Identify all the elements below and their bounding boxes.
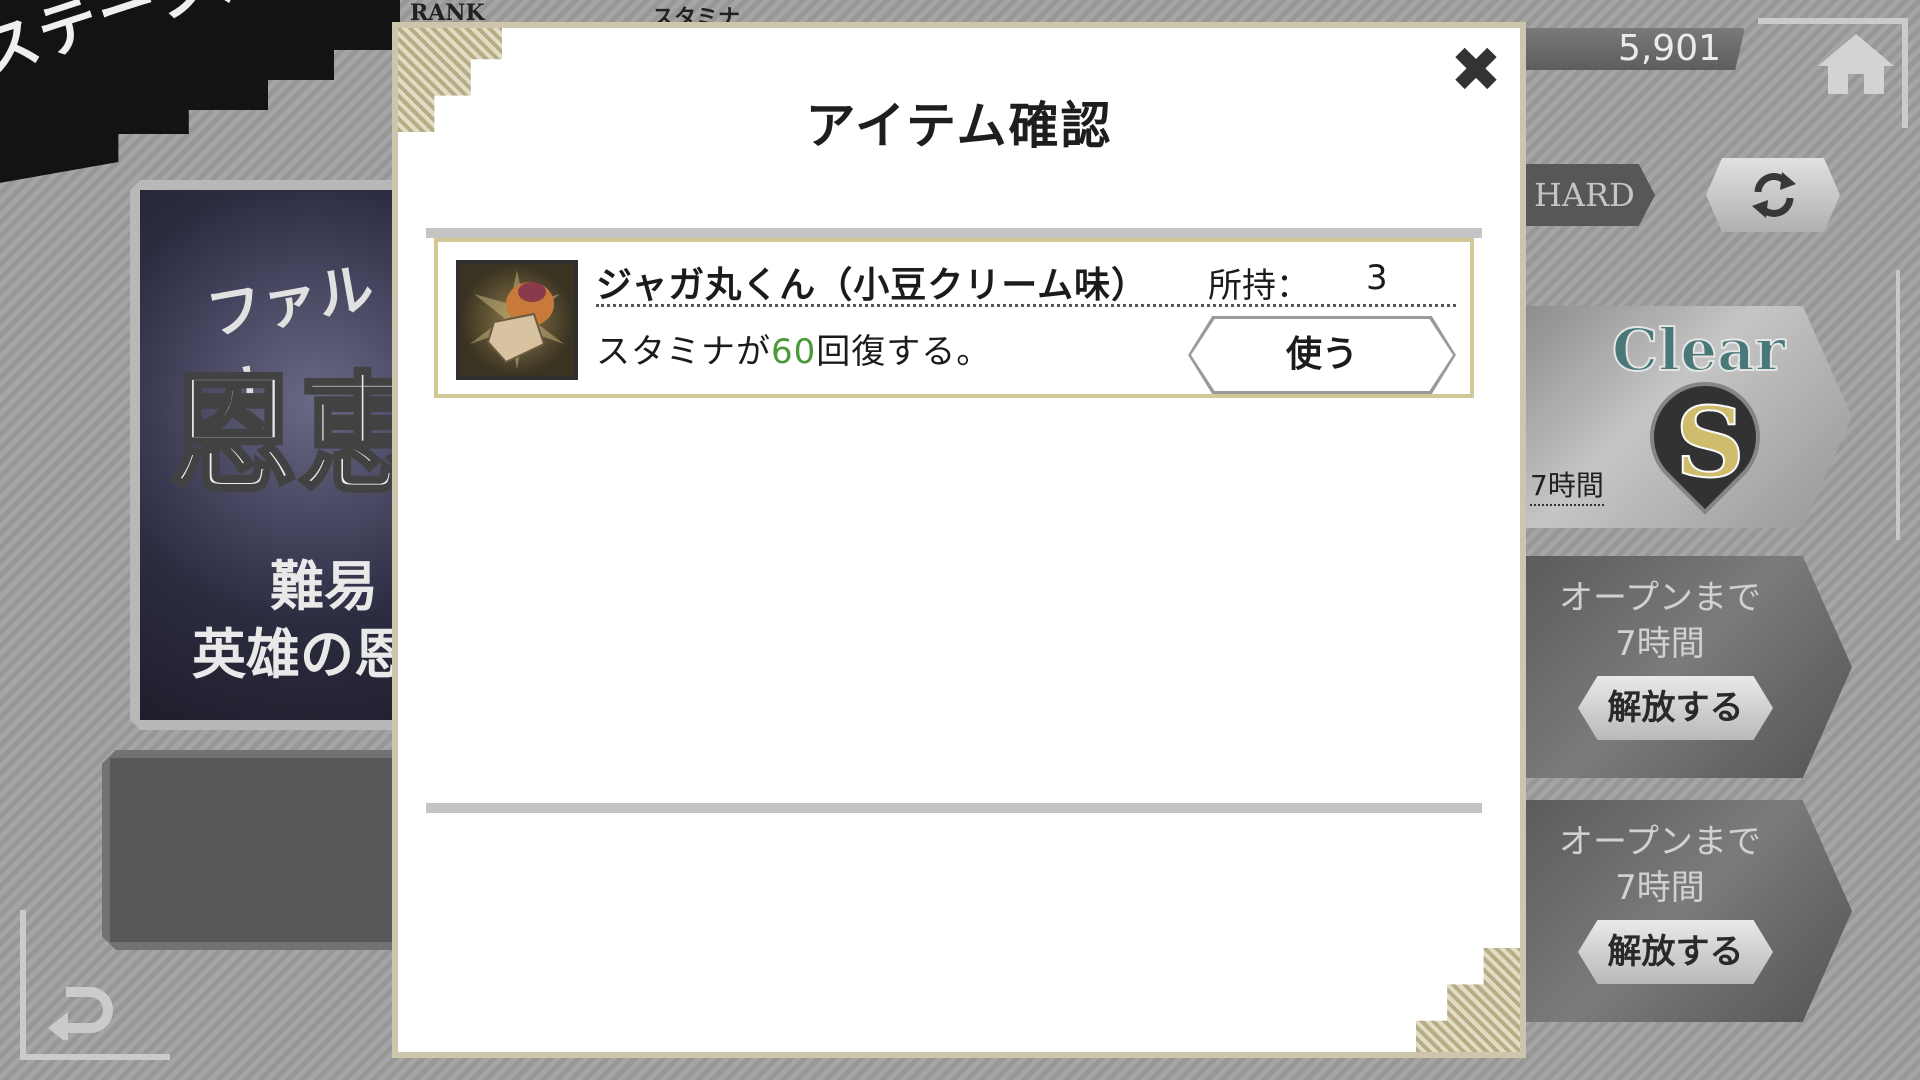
item-confirm-dialog: ✖ アイテム確認 ジャガ丸くん（小豆クリーム味） 所持： 3 スタミナが60回復… [392,22,1526,1058]
corner-ornament [1416,948,1520,1052]
use-item-label: 使う [1191,319,1453,391]
description-prefix: スタミナが [596,332,771,372]
owned-count: 3 [1366,258,1388,298]
stamina-amount: 60 [771,332,817,372]
description-suffix: 回復する。 [816,332,992,372]
item-name: ジャガ丸くん（小豆クリーム味） [596,265,1149,306]
owned-label: 所持： [1208,266,1310,306]
jagamaru-kun-icon [456,260,578,380]
item-list[interactable]: ジャガ丸くん（小豆クリーム味） 所持： 3 スタミナが60回復する。 使う [426,228,1482,813]
use-item-button[interactable]: 使う [1188,316,1456,394]
item-row: ジャガ丸くん（小豆クリーム味） 所持： 3 スタミナが60回復する。 使う [434,238,1474,398]
divider [596,304,1456,307]
item-description: スタミナが60回復する。 [596,324,991,373]
dialog-title: アイテム確認 [805,97,1113,155]
